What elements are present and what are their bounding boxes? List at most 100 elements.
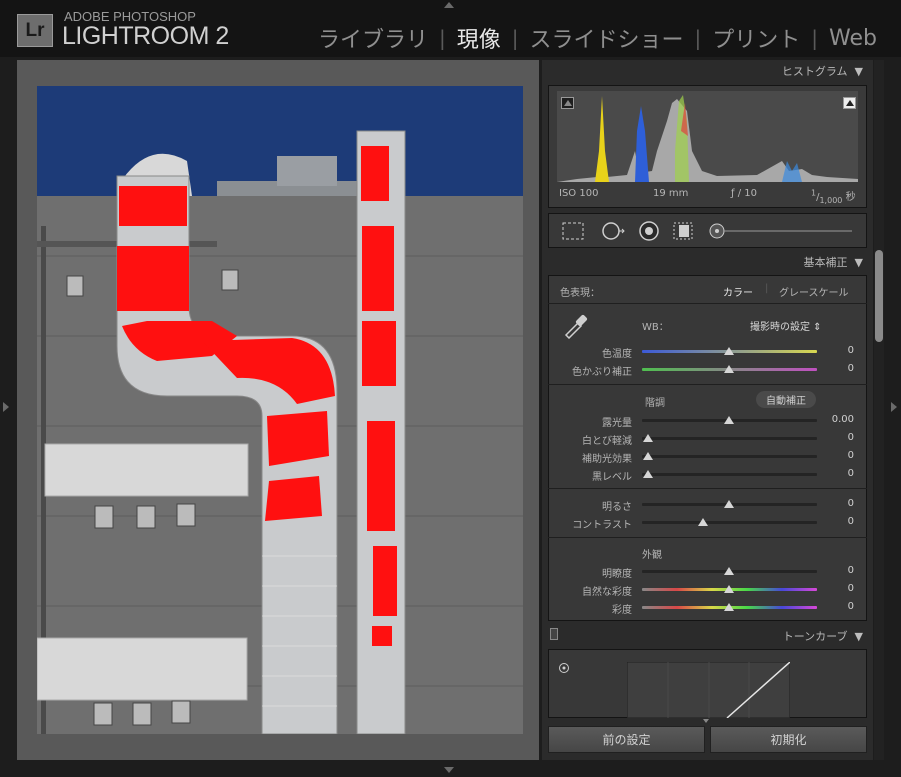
- collapse-triangle-icon[interactable]: ▼: [855, 65, 863, 78]
- auto-tone-button[interactable]: 自動補正: [756, 391, 816, 408]
- adjustment-brush-icon[interactable]: [707, 221, 857, 241]
- highlight-clipping-icon[interactable]: [843, 97, 856, 109]
- temp-slider-thumb[interactable]: [724, 347, 734, 355]
- module-separator: |: [511, 26, 519, 50]
- histogram-panel: ISO 100 19 mm ƒ / 10 1/1,000 秒: [548, 85, 867, 208]
- focal-length: 19 mm: [653, 188, 689, 199]
- clarity-value[interactable]: 0: [826, 565, 854, 576]
- top-panel-toggle-icon[interactable]: [444, 2, 454, 8]
- basic-title: 基本補正: [803, 256, 848, 269]
- shutter-denominator: 1,000: [819, 196, 843, 205]
- blacks-slider-track[interactable]: [642, 473, 817, 476]
- basic-header[interactable]: 基本補正 ▼: [542, 251, 871, 273]
- reset-button[interactable]: 初期化: [710, 726, 867, 753]
- slider-label-exposure: 露光量: [602, 418, 632, 429]
- section-divider: [548, 488, 867, 489]
- slider-label-clarity: 明瞭度: [602, 569, 632, 580]
- collapse-triangle-icon[interactable]: ▼: [855, 630, 863, 643]
- aperture: ƒ / 10: [731, 188, 757, 199]
- brightness-value[interactable]: 0: [826, 498, 854, 509]
- recovery-slider-track[interactable]: [642, 437, 817, 440]
- section-divider: [548, 384, 867, 385]
- tone-curve-title: トーンカーブ: [782, 630, 848, 643]
- module-print[interactable]: プリント: [710, 22, 802, 54]
- slider-label-blacks: 黒レベル: [592, 472, 632, 483]
- contrast-slider-thumb[interactable]: [698, 518, 708, 526]
- module-library[interactable]: ライブラリ: [316, 22, 430, 54]
- tone-curve-graph[interactable]: [627, 662, 790, 718]
- module-separator: |: [811, 26, 819, 50]
- slider-label-fill-light: 補助光効果: [582, 454, 632, 465]
- module-separator: |: [438, 26, 446, 50]
- histogram-title: ヒストグラム: [781, 65, 848, 78]
- panel-scrollbar[interactable]: [874, 60, 884, 760]
- module-slideshow[interactable]: スライドショー: [528, 22, 686, 54]
- fill-light-slider-thumb[interactable]: [643, 452, 653, 460]
- treatment-color-option[interactable]: カラー: [723, 284, 753, 299]
- slider-label-temp: 色温度: [602, 349, 632, 360]
- clarity-slider-thumb[interactable]: [724, 567, 734, 575]
- graduated-filter-icon[interactable]: [671, 221, 695, 241]
- section-divider: [548, 303, 867, 304]
- slider-label-tint: 色かぶり補正: [572, 367, 632, 378]
- module-separator: |: [694, 26, 702, 50]
- recovery-value[interactable]: 0: [826, 432, 854, 443]
- blacks-value[interactable]: 0: [826, 468, 854, 479]
- vibrance-value[interactable]: 0: [826, 583, 854, 594]
- histogram-header[interactable]: ヒストグラム ▼: [542, 60, 871, 82]
- brand-title: LIGHTROOM 2: [62, 22, 229, 50]
- wb-eyedropper-icon[interactable]: [562, 311, 590, 339]
- exposure-slider-thumb[interactable]: [724, 416, 734, 424]
- fill-light-value[interactable]: 0: [826, 450, 854, 461]
- spot-removal-icon[interactable]: [601, 221, 625, 241]
- filmstrip-toggle-icon[interactable]: [444, 767, 454, 773]
- module-develop[interactable]: 現像: [455, 22, 503, 54]
- wb-label: WB：: [642, 322, 669, 333]
- shutter-numerator: 1: [811, 188, 817, 198]
- lightroom-logo: Lr: [17, 14, 53, 47]
- slider-label-vibrance: 自然な彩度: [582, 587, 632, 598]
- saturation-value[interactable]: 0: [826, 601, 854, 612]
- recovery-slider-thumb[interactable]: [643, 434, 653, 442]
- left-panel-toggle-icon[interactable]: [3, 402, 9, 412]
- tone-curve-panel: [548, 649, 867, 718]
- collapse-triangle-icon[interactable]: ▼: [855, 256, 863, 269]
- section-divider: [548, 537, 867, 538]
- panel-scrollbar-thumb[interactable]: [875, 250, 883, 342]
- brightness-slider-thumb[interactable]: [724, 500, 734, 508]
- treatment-label: 色表現：: [560, 288, 600, 299]
- contrast-slider-track[interactable]: [642, 521, 817, 524]
- temp-value[interactable]: 0: [826, 345, 854, 356]
- tool-strip: [548, 213, 867, 248]
- slider-label-recovery: 白とび軽減: [582, 436, 632, 447]
- tone-curve-header[interactable]: トーンカーブ ▼: [542, 625, 871, 647]
- treatment-separator: |: [765, 283, 769, 294]
- saturation-slider-thumb[interactable]: [724, 603, 734, 611]
- blacks-slider-thumb[interactable]: [643, 470, 653, 478]
- slider-label-brightness: 明るさ: [602, 502, 632, 513]
- treatment-grayscale-option[interactable]: グレースケール: [779, 284, 849, 299]
- slider-label-saturation: 彩度: [612, 605, 632, 616]
- fill-light-slider-track[interactable]: [642, 455, 817, 458]
- crop-tool-icon[interactable]: [561, 221, 585, 241]
- panel-end-marker-icon: [703, 719, 709, 723]
- slider-label-contrast: コントラスト: [572, 520, 632, 531]
- shadow-clipping-icon[interactable]: [561, 97, 574, 109]
- right-panel-toggle-icon[interactable]: [891, 402, 897, 412]
- tone-label: 階調: [645, 398, 665, 409]
- exposure-value[interactable]: 0.00: [826, 414, 854, 425]
- contrast-value[interactable]: 0: [826, 516, 854, 527]
- tint-slider-thumb[interactable]: [724, 365, 734, 373]
- histogram-graph: [557, 91, 858, 182]
- photo-preview[interactable]: [37, 86, 523, 734]
- previous-settings-button[interactable]: 前の設定: [548, 726, 705, 753]
- red-eye-icon[interactable]: [637, 221, 661, 241]
- shutter-speed: 1/1,000 秒: [811, 188, 856, 205]
- vibrance-slider-thumb[interactable]: [724, 585, 734, 593]
- wb-dropdown[interactable]: 撮影時の設定 ⇕: [750, 318, 822, 333]
- presence-label: 外観: [642, 550, 662, 561]
- tint-value[interactable]: 0: [826, 363, 854, 374]
- module-web[interactable]: Web: [827, 26, 879, 51]
- module-picker: ライブラリ | 現像 | スライドショー | プリント | Web: [316, 22, 879, 54]
- targeted-adjustment-icon[interactable]: [558, 662, 570, 674]
